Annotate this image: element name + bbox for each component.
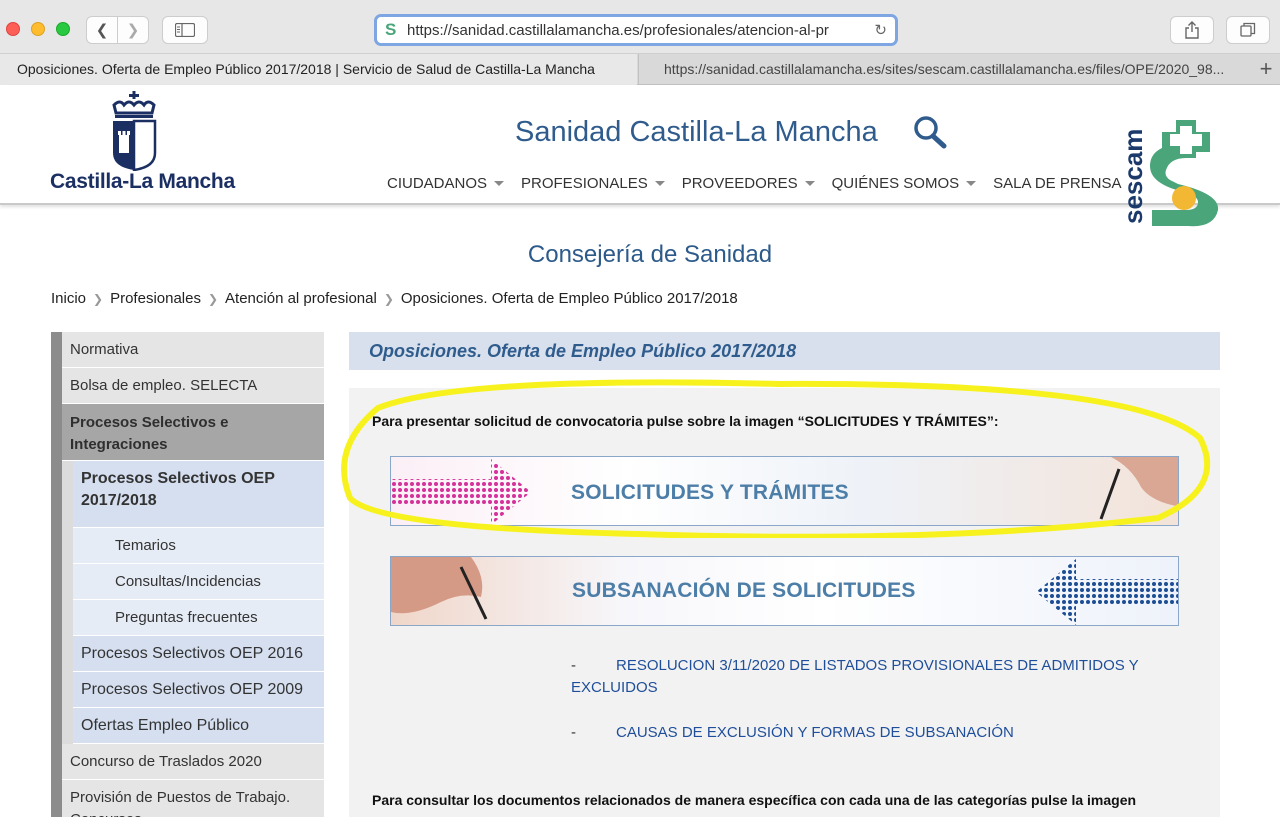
breadcrumb-inicio[interactable]: Inicio bbox=[51, 290, 86, 307]
sidebar-item-temarios[interactable]: Temarios bbox=[73, 528, 324, 564]
search-icon[interactable] bbox=[912, 115, 948, 149]
list-dash: - bbox=[571, 657, 576, 674]
instruction-text-2: Para consultar los documentos relacionad… bbox=[372, 792, 1137, 808]
document-link-causas[interactable]: - CAUSAS DE EXCLUSIÓN Y FORMAS DE SUBSANA… bbox=[571, 722, 1171, 744]
tab-bar: Oposiciones. Oferta de Empleo Público 20… bbox=[0, 54, 1280, 85]
hand-writing-icon bbox=[1099, 457, 1178, 520]
site-title[interactable]: Sanidad Castilla-La Mancha bbox=[515, 116, 878, 149]
subsanacion-banner[interactable]: SUBSANACIÓN DE SOLICITUDES bbox=[390, 556, 1179, 626]
sidebar-item-bolsa-empleo[interactable]: Bolsa de empleo. SELECTA bbox=[62, 368, 324, 404]
tab-pdf-document[interactable]: https://sanidad.castillalamancha.es/site… bbox=[638, 54, 1248, 85]
nav-sala-de-prensa[interactable]: SALA DE PRENSA bbox=[993, 175, 1121, 192]
nav-ciudadanos[interactable]: CIUDADANOS bbox=[387, 175, 505, 192]
sidebar-item-oep-2017-2018[interactable]: Procesos Selectivos OEP 2017/2018 bbox=[73, 461, 324, 528]
sidebar-item-concurso-traslados[interactable]: Concurso de Traslados 2020 bbox=[62, 744, 324, 780]
url-text[interactable]: https://sanidad.castillalamancha.es/prof… bbox=[407, 22, 862, 39]
sidebar-item-consultas[interactable]: Consultas/Incidencias bbox=[73, 564, 324, 600]
site-header: Castilla-La Mancha Sanidad Castilla-La M… bbox=[0, 85, 1280, 205]
list-dash: - bbox=[571, 724, 576, 741]
instruction-text: Para presentar solicitud de convocatoria… bbox=[372, 413, 999, 429]
caret-down-icon bbox=[804, 181, 815, 186]
chevron-right-icon: ❯ bbox=[126, 22, 140, 39]
sidebar-item-oep-2009[interactable]: Procesos Selectivos OEP 2009 bbox=[73, 672, 324, 708]
chevron-right-icon: ❯ bbox=[383, 291, 394, 306]
tab-oposiciones[interactable]: Oposiciones. Oferta de Empleo Público 20… bbox=[0, 54, 637, 85]
sescam-logo-text: sescam bbox=[1118, 129, 1148, 224]
caret-down-icon bbox=[494, 181, 505, 186]
hand-writing-icon bbox=[391, 557, 488, 620]
nav-label: QUIÉNES SOMOS bbox=[831, 175, 960, 192]
reload-icon[interactable]: ↻ bbox=[874, 21, 887, 39]
sidebar-toggle-button[interactable] bbox=[162, 16, 208, 44]
tabs-overview-icon bbox=[1240, 22, 1256, 37]
sidebar-item-oep-2016[interactable]: Procesos Selectivos OEP 2016 bbox=[73, 636, 324, 672]
banner-label: SUBSANACIÓN DE SOLICITUDES bbox=[572, 579, 916, 602]
minimize-window-button[interactable] bbox=[31, 22, 45, 36]
sidebar-icon bbox=[175, 23, 195, 37]
arrow-left-dots-icon bbox=[1036, 559, 1178, 625]
breadcrumb: Inicio ❯ Profesionales ❯ Atención al pro… bbox=[51, 290, 738, 307]
nav-quienes-somos[interactable]: QUIÉNES SOMOS bbox=[832, 175, 977, 192]
breadcrumb-current: Oposiciones. Oferta de Empleo Público 20… bbox=[400, 290, 738, 307]
share-icon bbox=[1185, 21, 1199, 39]
show-tabs-button[interactable] bbox=[1226, 16, 1270, 44]
sidebar-menu: Normativa Bolsa de empleo. SELECTA Proce… bbox=[51, 332, 324, 817]
page-heading: Consejería de Sanidad bbox=[527, 241, 773, 268]
solicitudes-tramites-banner[interactable]: SOLICITUDES Y TRÁMITES bbox=[390, 456, 1179, 526]
sidebar-item-preguntas[interactable]: Preguntas frecuentes bbox=[73, 600, 324, 636]
logo-text[interactable]: Castilla-La Mancha bbox=[50, 170, 235, 194]
sescam-logo-icon[interactable]: sescam bbox=[1118, 118, 1226, 228]
sidebar-item-provision-puestos[interactable]: Provisión de Puestos de Trabajo. Concurs… bbox=[62, 780, 324, 817]
nav-proveedores[interactable]: PROVEEDORES bbox=[682, 175, 815, 192]
share-button[interactable] bbox=[1170, 16, 1214, 44]
address-bar[interactable]: S https://sanidad.castillalamancha.es/pr… bbox=[374, 14, 898, 46]
browser-toolbar: ❮ ❯ S https://sanidad.castillalamancha.e… bbox=[0, 0, 1280, 54]
link-text[interactable]: CAUSAS DE EXCLUSIÓN Y FORMAS DE SUBSANAC… bbox=[616, 724, 1014, 741]
nav-profesionales[interactable]: PROFESIONALES bbox=[521, 175, 665, 192]
link-text[interactable]: RESOLUCION 3/11/2020 DE LISTADOS PROVISI… bbox=[571, 657, 1138, 696]
chevron-right-icon: ❯ bbox=[93, 291, 104, 306]
close-window-button[interactable] bbox=[6, 22, 20, 36]
castilla-la-mancha-crest-icon[interactable] bbox=[110, 91, 158, 171]
zoom-window-button[interactable] bbox=[56, 22, 70, 36]
site-favicon-icon: S bbox=[385, 20, 397, 39]
new-tab-button[interactable]: + bbox=[1252, 54, 1280, 85]
chevron-right-icon: ❯ bbox=[207, 291, 219, 306]
breadcrumb-atencion[interactable]: Atención al profesional bbox=[225, 290, 377, 307]
nav-label: CIUDADANOS bbox=[387, 175, 488, 192]
banner-label: SOLICITUDES Y TRÁMITES bbox=[571, 481, 849, 504]
main-navigation: CIUDADANOS PROFESIONALES PROVEEDORES QUI… bbox=[387, 175, 1139, 192]
arrow-right-dots-icon bbox=[391, 459, 531, 525]
forward-button[interactable]: ❯ bbox=[117, 16, 149, 44]
content-title: Oposiciones. Oferta de Empleo Público 20… bbox=[349, 332, 1220, 370]
nav-label: PROFESIONALES bbox=[521, 175, 648, 192]
breadcrumb-profesionales[interactable]: Profesionales bbox=[110, 290, 201, 307]
nav-label: PROVEEDORES bbox=[681, 175, 798, 192]
sidebar-item-procesos-selectivos[interactable]: Procesos Selectivos e Integraciones bbox=[62, 404, 324, 461]
back-button[interactable]: ❮ bbox=[86, 16, 118, 44]
caret-down-icon bbox=[654, 181, 665, 186]
document-link-resolucion[interactable]: - RESOLUCION 3/11/2020 DE LISTADOS PROVIS… bbox=[571, 655, 1171, 699]
sidebar-item-normativa[interactable]: Normativa bbox=[62, 332, 324, 368]
sidebar-item-ofertas-empleo[interactable]: Ofertas Empleo Público bbox=[73, 708, 324, 744]
caret-down-icon bbox=[966, 181, 977, 186]
nav-label: SALA DE PRENSA bbox=[993, 175, 1122, 192]
chevron-left-icon: ❮ bbox=[95, 22, 109, 39]
